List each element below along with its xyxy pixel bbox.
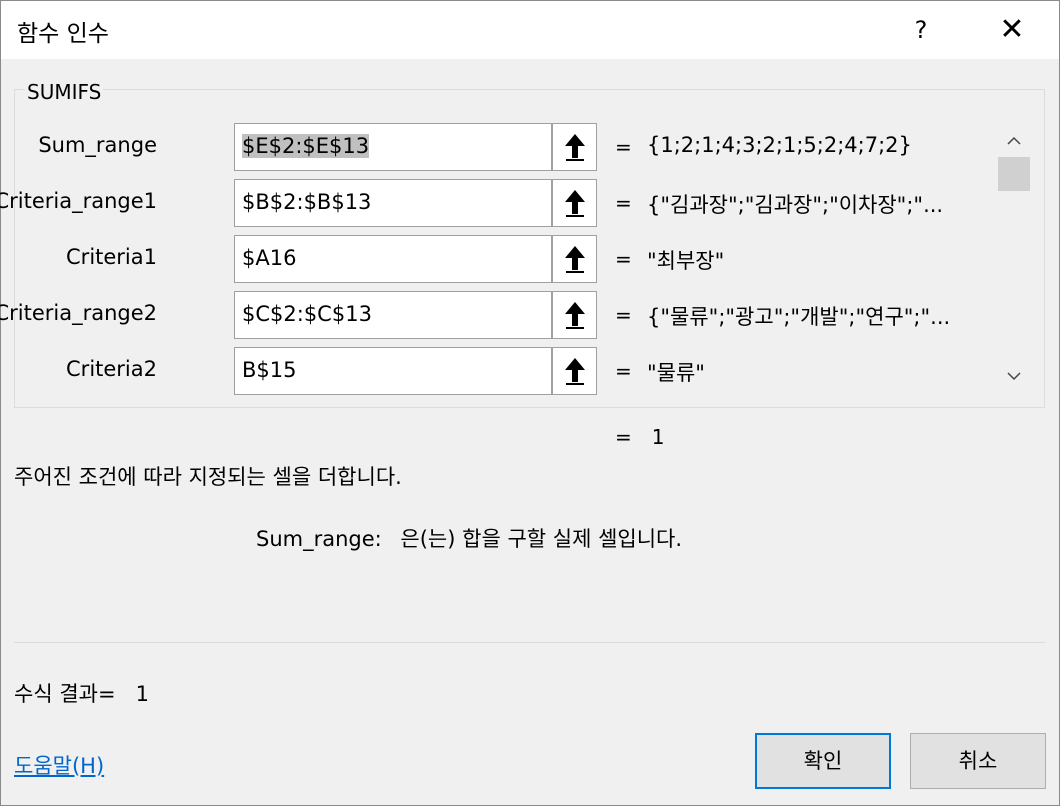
formula-result-label: 수식 결과= — [14, 682, 116, 706]
arg-input-text: $E$2:$E$13 — [242, 134, 370, 158]
equals-sign: = — [615, 425, 632, 449]
collapse-button[interactable] — [552, 235, 597, 283]
title-bar: 함수 인수 ? ✕ — [1, 1, 1059, 59]
equals-sign: = — [615, 359, 632, 383]
arg-row-criteria2: Criteria2 B$15 = "물류" — [1, 347, 1001, 395]
function-name: SUMIFS — [25, 80, 104, 104]
argument-help-name: Sum_range: — [256, 527, 382, 551]
arg-label: Sum_range — [38, 133, 157, 157]
close-button[interactable]: ✕ — [985, 3, 1039, 57]
arg-input-criteria2[interactable]: B$15 — [234, 347, 552, 395]
arg-input-criteria-range1[interactable]: $B$2:$B$13 — [234, 179, 552, 227]
equals-sign: = — [615, 135, 632, 159]
divider — [14, 642, 1045, 643]
dialog-title: 함수 인수 — [17, 21, 109, 47]
cancel-button[interactable]: 취소 — [910, 733, 1046, 789]
arg-row-criteria1: Criteria1 $A16 = "최부장" — [1, 235, 1001, 283]
up-arrow-collapse-icon — [565, 134, 585, 161]
arg-input-criteria1[interactable]: $A16 — [234, 235, 552, 283]
arg-row-criteria-range1: Criteria_range1 $B$2:$B$13 = {"김과장";"김과장… — [0, 179, 1001, 227]
collapse-button[interactable] — [552, 347, 597, 395]
argument-help: Sum_range: 은(는) 합을 구할 실제 셀입니다. — [256, 523, 682, 553]
scrollbar-thumb[interactable] — [998, 157, 1030, 191]
chevron-down-icon[interactable] — [1004, 366, 1024, 386]
arg-row-sum-range: Sum_range $E$2:$E$13 = {1;2;1;4;3;2;1;5;… — [1, 123, 1001, 171]
collapse-button[interactable] — [552, 179, 597, 227]
arg-label: Criteria_range1 — [0, 189, 157, 213]
arg-result: {"김과장";"김과장";"이차장";"... — [647, 193, 944, 217]
up-arrow-collapse-icon — [565, 358, 585, 385]
up-arrow-collapse-icon — [565, 190, 585, 217]
arg-result: "최부장" — [647, 249, 725, 273]
formula-value-number: 1 — [651, 425, 665, 449]
arg-input-sum-range[interactable]: $E$2:$E$13 — [234, 123, 552, 171]
arg-label: Criteria1 — [66, 245, 157, 269]
function-description: 주어진 조건에 따라 지정되는 셀을 더합니다. — [14, 465, 402, 489]
arg-result: {1;2;1;4;3;2;1;5;2;4;7;2} — [647, 133, 912, 157]
arg-result: "물류" — [647, 361, 705, 385]
formula-result: 수식 결과= 1 — [14, 678, 149, 708]
chevron-up-icon[interactable] — [1004, 131, 1024, 151]
argument-help-text: 은(는) 합을 구할 실제 셀입니다. — [400, 527, 683, 551]
arg-label: Criteria_range2 — [0, 301, 157, 325]
help-button[interactable]: ? — [897, 3, 945, 57]
arg-result: {"물류";"광고";"개발";"연구";"... — [647, 305, 951, 329]
function-arguments-dialog: 함수 인수 ? ✕ SUMIFS Sum_range $E$2:$E$13 = … — [0, 0, 1060, 806]
up-arrow-collapse-icon — [565, 302, 585, 329]
arg-input-criteria-range2[interactable]: $C$2:$C$13 — [234, 291, 552, 339]
collapse-button[interactable] — [552, 123, 597, 171]
arg-label: Criteria2 — [66, 357, 157, 381]
collapse-button[interactable] — [552, 291, 597, 339]
equals-sign: = — [615, 191, 632, 215]
help-link[interactable]: 도움말(H) — [14, 750, 104, 780]
ok-button[interactable]: 확인 — [755, 733, 891, 789]
up-arrow-collapse-icon — [565, 246, 585, 273]
equals-sign: = — [615, 303, 632, 327]
arg-row-criteria-range2: Criteria_range2 $C$2:$C$13 = {"물류";"광고";… — [0, 291, 1001, 339]
formula-value: = 1 — [615, 425, 665, 449]
equals-sign: = — [615, 247, 632, 271]
formula-result-value: 1 — [135, 682, 149, 706]
